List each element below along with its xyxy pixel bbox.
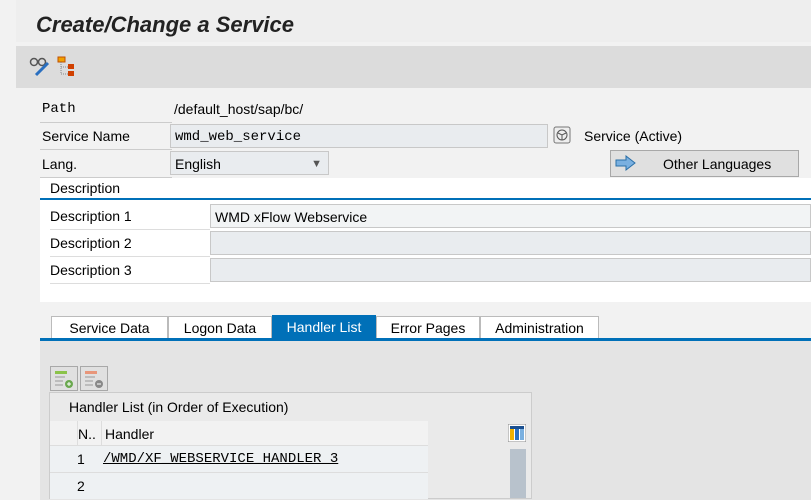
scrollbar[interactable] bbox=[510, 449, 526, 498]
other-languages-label: Other Languages bbox=[663, 156, 772, 172]
other-languages-button[interactable]: Other Languages bbox=[610, 150, 799, 177]
delete-row-button[interactable] bbox=[80, 366, 108, 391]
tab-handler-list[interactable]: Handler List bbox=[272, 315, 376, 338]
delete-row-icon bbox=[81, 371, 107, 393]
column-header-n[interactable]: N.. bbox=[78, 426, 96, 442]
handler-link[interactable]: /WMD/XF_WEBSERVICE_HANDLER_3 bbox=[103, 451, 338, 467]
service-status-icon[interactable] bbox=[553, 126, 571, 147]
path-label: Path bbox=[40, 96, 172, 123]
row-number: 1 bbox=[77, 451, 85, 467]
description-2-label: Description 2 bbox=[50, 230, 210, 257]
insert-row-icon bbox=[51, 371, 77, 393]
tab-logon-data[interactable]: Logon Data bbox=[168, 316, 272, 338]
row-number: 2 bbox=[77, 478, 85, 494]
language-select[interactable]: English ▼ bbox=[170, 151, 329, 175]
path-value: /default_host/sap/bc/ bbox=[174, 101, 304, 117]
description-3-label: Description 3 bbox=[50, 257, 210, 284]
description-2-field[interactable] bbox=[210, 231, 811, 255]
column-header-handler[interactable]: Handler bbox=[105, 426, 154, 442]
tab-administration[interactable]: Administration bbox=[480, 316, 599, 338]
service-name-label: Service Name bbox=[40, 123, 172, 150]
table-row[interactable]: 1 /WMD/XF_WEBSERVICE_HANDLER_3 bbox=[50, 446, 428, 473]
lang-label: Lang. bbox=[40, 151, 172, 178]
toolbar bbox=[16, 46, 811, 88]
page-title: Create/Change a Service bbox=[36, 12, 295, 37]
handler-table: Handler List (in Order of Execution) N..… bbox=[49, 392, 532, 499]
tab-error-pages[interactable]: Error Pages bbox=[376, 316, 480, 338]
description-title: Description bbox=[50, 180, 121, 196]
chevron-down-icon: ▼ bbox=[311, 158, 322, 170]
description-1-field[interactable]: WMD xFlow Webservice bbox=[210, 204, 811, 228]
table-row[interactable]: 2 bbox=[50, 473, 428, 499]
service-name-field[interactable]: wmd_web_service bbox=[170, 124, 548, 148]
display-change-icon[interactable] bbox=[28, 55, 50, 80]
description-1-label: Description 1 bbox=[50, 203, 210, 230]
hierarchy-icon[interactable] bbox=[56, 55, 78, 80]
service-status: Service (Active) bbox=[584, 128, 683, 144]
column-layout-icon[interactable] bbox=[507, 423, 527, 445]
arrow-right-icon bbox=[615, 154, 637, 174]
language-value: English bbox=[175, 156, 221, 172]
description-group: Description Description 1 WMD xFlow Webs… bbox=[40, 178, 811, 302]
handler-table-title: Handler List (in Order of Execution) bbox=[69, 399, 289, 415]
tab-service-data[interactable]: Service Data bbox=[51, 316, 168, 338]
description-3-field[interactable] bbox=[210, 258, 811, 282]
insert-row-button[interactable] bbox=[50, 366, 78, 391]
